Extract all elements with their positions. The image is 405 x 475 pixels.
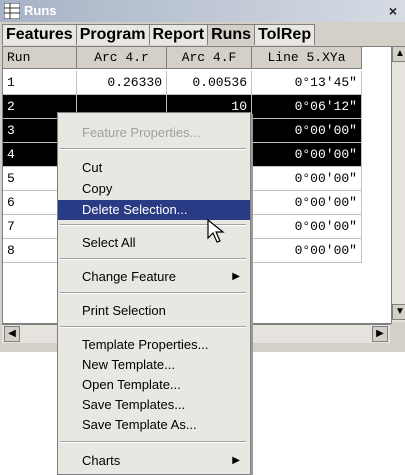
scroll-down-icon[interactable]: ▼ <box>392 304 405 320</box>
cell-line5xya[interactable]: 0°00'00" <box>252 191 362 215</box>
menu-item-save-template-as[interactable]: Save Template As... <box>58 415 250 435</box>
close-icon[interactable]: × <box>384 2 402 20</box>
menu-separator <box>60 258 246 260</box>
grid-icon <box>4 3 20 19</box>
menu-separator <box>60 441 246 443</box>
menu-item-charts-label: Charts <box>82 453 121 468</box>
menu-item-save-templates[interactable]: Save Templates... <box>58 395 250 415</box>
cell-line5xya[interactable]: 0°00'00" <box>252 119 362 143</box>
tab-report[interactable]: Report <box>148 24 209 45</box>
cell-line5xya[interactable]: 0°00'00" <box>252 239 362 263</box>
mouse-pointer-icon <box>207 219 225 243</box>
menu-item-charts[interactable]: Charts ▶ <box>58 451 250 471</box>
scroll-right-icon[interactable]: ▶ <box>372 326 388 342</box>
submenu-arrow-icon: ▶ <box>232 271 240 282</box>
submenu-arrow-icon: ▶ <box>232 455 240 466</box>
cell-line5xya[interactable]: 0°13'45" <box>252 71 362 95</box>
cell-arc4f[interactable]: 0.00536 <box>167 71 252 95</box>
scroll-left-icon[interactable]: ◀ <box>4 326 20 342</box>
menu-separator <box>60 326 246 328</box>
cell-line5xya[interactable]: 0°00'00" <box>252 143 362 167</box>
menu-item-cut[interactable]: Cut <box>58 158 250 178</box>
menu-item-change-feature-label: Change Feature <box>82 269 176 284</box>
cell-run[interactable]: 1 <box>3 71 77 95</box>
title-bar[interactable]: Runs × <box>0 0 405 22</box>
column-header-arc4r[interactable]: Arc 4.r <box>77 47 167 69</box>
menu-item-open-template[interactable]: Open Template... <box>58 375 250 395</box>
menu-item-feature-properties[interactable]: Feature Properties... <box>58 123 250 143</box>
cell-line5xya[interactable]: 0°06'12" <box>252 95 362 119</box>
column-header-run[interactable]: Run <box>3 47 77 69</box>
column-header-line5xya[interactable]: Line 5.XYa <box>252 47 362 69</box>
context-menu: Feature Properties... Cut Copy Delete Se… <box>57 112 251 475</box>
menu-separator <box>60 292 246 294</box>
menu-item-copy[interactable]: Copy <box>58 179 250 199</box>
menu-item-template-properties[interactable]: Template Properties... <box>58 335 250 355</box>
cell-arc4r[interactable]: 0.26330 <box>77 71 167 95</box>
tab-program[interactable]: Program <box>75 24 150 45</box>
tab-strip: Features Program Report Runs TolRep <box>2 24 316 46</box>
menu-item-print-selection[interactable]: Print Selection <box>58 301 250 321</box>
table-row[interactable]: 1 0.26330 0.00536 0°13'45" <box>3 71 362 95</box>
tab-tolrep[interactable]: TolRep <box>254 24 316 45</box>
menu-item-new-template[interactable]: New Template... <box>58 355 250 375</box>
tab-features[interactable]: Features <box>2 24 77 45</box>
vertical-scrollbar[interactable]: ▲ ▼ <box>391 46 405 322</box>
scroll-up-icon[interactable]: ▲ <box>392 46 405 62</box>
grid-header: Run Arc 4.r Arc 4.F Line 5.XYa <box>3 47 362 71</box>
menu-item-delete-selection[interactable]: Delete Selection... <box>58 200 250 220</box>
cell-line5xya[interactable]: 0°00'00" <box>252 215 362 239</box>
window-title: Runs <box>24 3 57 18</box>
cell-line5xya[interactable]: 0°00'00" <box>252 167 362 191</box>
column-header-arc4f[interactable]: Arc 4.F <box>167 47 252 69</box>
menu-separator <box>60 148 246 150</box>
tab-runs[interactable]: Runs <box>207 24 256 45</box>
menu-item-change-feature[interactable]: Change Feature ▶ <box>58 267 250 287</box>
